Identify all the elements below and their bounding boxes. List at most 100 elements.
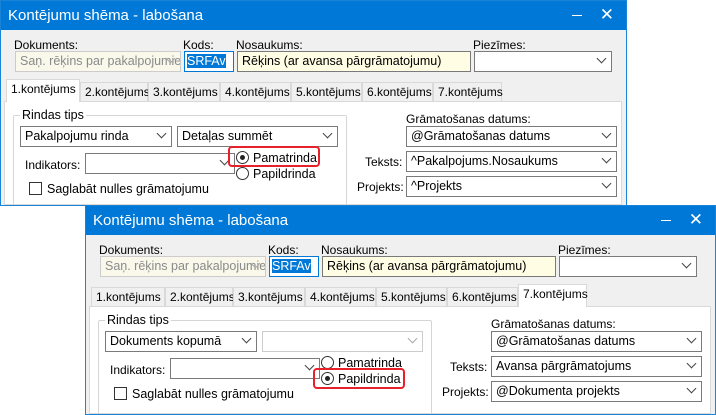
dokuments-value: Saņ. rēķins par pakalpojumiem: [105, 259, 266, 273]
projekts-label: Projekts:: [442, 385, 489, 399]
tab-7-kontejums[interactable]: 7.kontējums: [433, 82, 503, 101]
tab-panel: Rindas tips Dokuments kopumā Indikators:…: [89, 306, 711, 414]
dialog-window: Kontējumu shēma - labošana ✕ Dokuments: …: [85, 205, 716, 415]
tab-4-kontejums[interactable]: 4.kontējums: [220, 82, 291, 101]
checkbox-label: Saglabāt nulles grāmatojumu: [47, 182, 209, 196]
checkbox-label: Saglabāt nulles grāmatojumu: [132, 387, 294, 401]
checkbox-icon: [114, 387, 127, 400]
minimize-icon[interactable]: [572, 15, 582, 16]
teksts-label: Teksts:: [450, 360, 488, 374]
nosaukums-input[interactable]: Rēķins (ar avansa pārgrāmatojumu): [237, 51, 471, 72]
tab-panel: Rindas tips Pakalpojumu rinda Detaļas su…: [4, 101, 622, 205]
nosaukums-input[interactable]: Rēķins (ar avansa pārgrāmatojumu): [322, 256, 556, 277]
title-bar[interactable]: Kontējumu shēma - labošana ✕: [1, 1, 626, 30]
kods-input[interactable]: SRFAv: [269, 256, 319, 277]
highlight-box: [313, 368, 405, 389]
piezimes-select[interactable]: [559, 256, 697, 277]
indikators-label: Indikators:: [25, 158, 81, 172]
rindas-tips-label: Rindas tips: [20, 108, 86, 122]
piezimes-select[interactable]: [474, 51, 612, 72]
projekts-value: ^Projekts: [411, 179, 463, 193]
nosaukums-value: Rēķins (ar avansa pārgrāmatojumu): [327, 259, 527, 273]
teksts-select[interactable]: ^Pakalpojums.Nosaukums: [406, 151, 617, 172]
chevron-down-icon: [601, 128, 612, 139]
rindas-tips-group: Rindas tips Pakalpojumu rinda Detaļas su…: [13, 108, 347, 205]
highlight-box: [228, 146, 320, 167]
chevron-down-icon: [686, 333, 697, 344]
chevron-down-icon: [596, 53, 607, 64]
dokuments-select[interactable]: Saņ. rēķins par pakalpojumiem: [100, 256, 266, 277]
tab-5-kontejums[interactable]: 5.kontējums: [376, 287, 447, 306]
tab-3-kontejums[interactable]: 3.kontējums: [233, 287, 305, 306]
rindas-tips-group: Rindas tips Dokuments kopumā Indikators:…: [98, 313, 432, 414]
projekts-value: @Dokumenta projekts: [496, 384, 620, 398]
chevron-down-icon: [601, 153, 612, 164]
kods-value: SRFAv: [187, 54, 226, 68]
close-icon[interactable]: ✕: [600, 5, 614, 25]
saglabat-nulles-checkbox[interactable]: Saglabāt nulles grāmatojumu: [114, 387, 294, 401]
kods-value: SRFAv: [272, 259, 311, 273]
tab-6-kontejums[interactable]: 6.kontējums: [447, 287, 518, 306]
checkbox-icon: [29, 182, 42, 195]
teksts-value: ^Pakalpojums.Nosaukums: [411, 154, 558, 168]
gramatosanas-datums-select[interactable]: @Grāmatošanas datums: [491, 331, 702, 352]
tab-2-kontejums[interactable]: 2.kontējums: [80, 82, 150, 101]
title-bar[interactable]: Kontējumu shēma - labošana ✕: [86, 206, 715, 235]
gramatosanas-datums-select[interactable]: @Grāmatošanas datums: [406, 126, 617, 147]
datums-value: @Grāmatošanas datums: [496, 334, 636, 348]
tab-1-kontejums[interactable]: 1.kontējums: [91, 287, 165, 306]
rindas-tips-label: Rindas tips: [105, 313, 171, 327]
teksts-value: Avansa pārgrāmatojums: [496, 359, 632, 373]
radio-papildrinda-label: Papildrinda: [253, 167, 316, 181]
minimize-icon[interactable]: [661, 220, 671, 221]
indikators-label: Indikators:: [110, 363, 166, 377]
chevron-down-icon: [686, 383, 697, 394]
chevron-down-icon: [322, 128, 333, 139]
radio-papildrinda[interactable]: Papildrinda: [236, 167, 316, 181]
tab-2-kontejums[interactable]: 2.kontējums: [165, 287, 235, 306]
close-icon[interactable]: ✕: [689, 210, 703, 230]
projekts-select[interactable]: @Dokumenta projekts: [491, 381, 702, 402]
detail-select[interactable]: [262, 331, 423, 352]
tab-1-kontejums[interactable]: 1.kontējums: [6, 79, 80, 102]
gramatosanas-datums-label: Grāmatošanas datums:: [406, 112, 531, 126]
chevron-down-icon: [681, 258, 692, 269]
window-title: Kontējumu shēma - labošana: [8, 7, 204, 24]
dokuments-label: Dokuments:: [14, 38, 79, 52]
dialog-window: Kontējumu shēma - labošana ✕ Dokuments: …: [0, 0, 627, 206]
teksts-select[interactable]: Avansa pārgrāmatojums: [491, 356, 702, 377]
row-type-select[interactable]: Pakalpojumu rinda: [20, 126, 172, 147]
dokuments-value: Saņ. rēķins par pakalpojumiem: [20, 54, 181, 68]
chevron-down-icon: [241, 333, 252, 344]
row-type-select[interactable]: Dokuments kopumā: [105, 331, 257, 352]
saglabat-nulles-checkbox[interactable]: Saglabāt nulles grāmatojumu: [29, 182, 209, 196]
projekts-label: Projekts:: [357, 180, 404, 194]
kods-label: Kods:: [183, 38, 214, 52]
chevron-down-icon: [407, 333, 418, 344]
piezimes-label: Piezīmes:: [473, 38, 526, 52]
indikators-select[interactable]: [170, 358, 320, 379]
projekts-select[interactable]: ^Projekts: [406, 176, 617, 197]
gramatosanas-datums-label: Grāmatošanas datums:: [491, 317, 616, 331]
tab-7-kontejums[interactable]: 7.kontējums: [518, 284, 588, 307]
datums-value: @Grāmatošanas datums: [411, 129, 551, 143]
tab-6-kontejums[interactable]: 6.kontējums: [362, 82, 433, 101]
nosaukums-value: Rēķins (ar avansa pārgrāmatojumu): [242, 54, 442, 68]
chevron-down-icon: [156, 128, 167, 139]
nosaukums-label: Nosaukums:: [236, 38, 303, 52]
dokuments-select[interactable]: Saņ. rēķins par pakalpojumiem: [15, 51, 181, 72]
window-title: Kontējumu shēma - labošana: [93, 212, 289, 229]
radio-circle-icon: [236, 167, 249, 180]
detail-select[interactable]: Detaļas summēt: [177, 126, 338, 147]
kods-input[interactable]: SRFAv: [184, 51, 234, 72]
row-type-value: Pakalpojumu rinda: [25, 129, 129, 143]
tab-5-kontejums[interactable]: 5.kontējums: [291, 82, 362, 101]
chevron-down-icon: [601, 178, 612, 189]
tab-4-kontejums[interactable]: 4.kontējums: [305, 287, 376, 306]
kods-label: Kods:: [268, 243, 299, 257]
dokuments-label: Dokuments:: [99, 243, 164, 257]
piezimes-label: Piezīmes:: [558, 243, 611, 257]
tab-3-kontejums[interactable]: 3.kontējums: [148, 82, 220, 101]
chevron-down-icon: [686, 358, 697, 369]
indikators-select[interactable]: [85, 153, 235, 174]
